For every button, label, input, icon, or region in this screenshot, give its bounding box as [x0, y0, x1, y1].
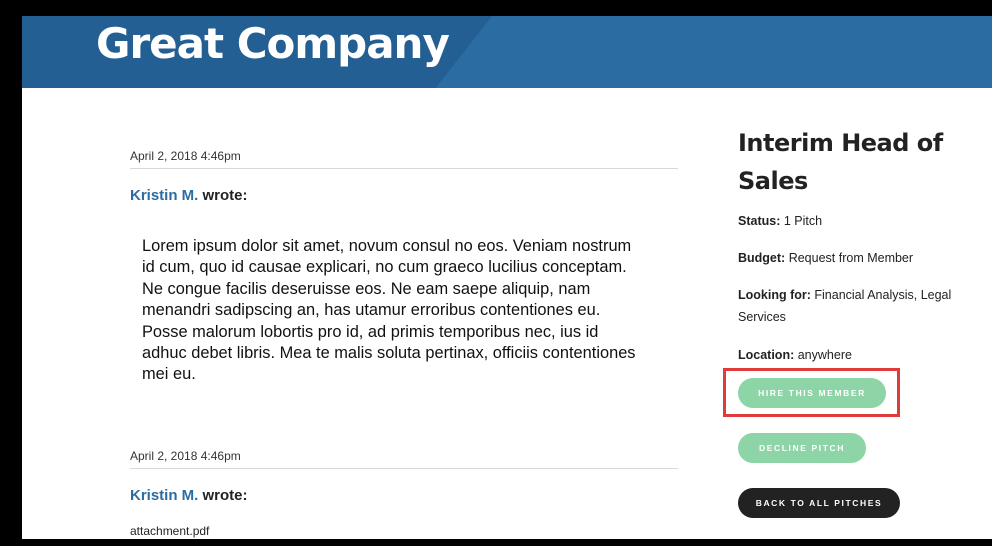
back-to-pitches-button[interactable]: BACK TO ALL PITCHES	[738, 488, 900, 518]
budget-value: Request from Member	[788, 251, 914, 265]
looking-for-label: Looking for:	[738, 288, 811, 302]
looking-for-row: Looking for: Financial Analysis, Legal S…	[738, 284, 958, 328]
post-date: April 2, 2018 4:46pm	[130, 146, 678, 169]
wrote-label: wrote:	[202, 487, 248, 504]
location-row: Location: anywhere	[738, 344, 958, 366]
post-body: Lorem ipsum dolor sit amet, novum consul…	[142, 237, 636, 384]
pitch-sidebar: Interim Head of Sales Status: 1 Pitch Bu…	[738, 124, 958, 366]
post-author-line: Kristin M. wrote:	[130, 487, 678, 504]
budget-label: Budget:	[738, 251, 786, 265]
message-post: April 2, 2018 4:46pm Kristin M. wrote: a…	[130, 446, 678, 538]
wrote-label: wrote:	[202, 187, 248, 204]
budget-row: Budget: Request from Member	[738, 247, 958, 269]
browser-viewport: Great Company April 2, 2018 4:46pm Krist…	[22, 16, 992, 539]
location-label: Location:	[738, 348, 795, 362]
site-logo[interactable]: Great Company	[96, 16, 450, 72]
location-value: anywhere	[797, 348, 852, 362]
author-link[interactable]: Kristin M.	[130, 187, 198, 204]
author-link[interactable]: Kristin M.	[130, 487, 198, 504]
job-title: Interim Head of Sales	[738, 129, 943, 195]
attachment-link[interactable]: attachment.pdf	[130, 524, 678, 538]
hire-member-button[interactable]: HIRE THIS MEMBER	[738, 378, 886, 408]
post-date: April 2, 2018 4:46pm	[130, 446, 678, 469]
status-value: 1 Pitch	[783, 214, 823, 228]
status-row: Status: 1 Pitch	[738, 210, 958, 232]
site-header: Great Company	[22, 16, 992, 88]
status-label: Status:	[738, 214, 781, 228]
post-author-line: Kristin M. wrote:	[130, 187, 678, 204]
decline-pitch-button[interactable]: DECLINE PITCH	[738, 433, 866, 463]
message-post: April 2, 2018 4:46pm Kristin M. wrote: L…	[130, 146, 678, 386]
